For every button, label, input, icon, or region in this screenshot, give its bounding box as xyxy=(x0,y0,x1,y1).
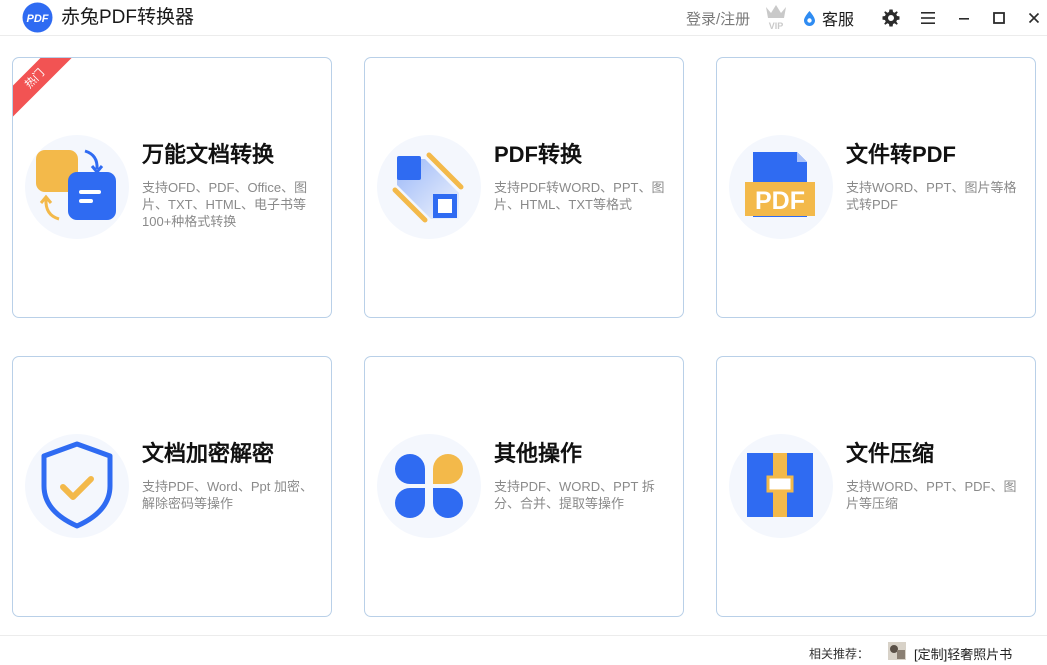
settings-button[interactable] xyxy=(878,5,904,31)
photo-book-thumbnail-icon[interactable] xyxy=(888,642,906,660)
card-title: 万能文档转换 xyxy=(142,142,275,167)
minimize-icon xyxy=(959,18,969,20)
universal-convert-icon xyxy=(36,149,116,221)
card-description: 支持WORD、PPT、图片等格式转PDF xyxy=(846,180,1017,212)
service-drop-icon xyxy=(804,10,815,26)
svg-text:VIP: VIP xyxy=(769,21,784,31)
shield-check-icon xyxy=(41,441,113,529)
recommend-link[interactable]: [定制]轻奢照片书 xyxy=(914,644,1012,663)
minimize-button[interactable] xyxy=(951,5,977,31)
card-description: 支持PDF转WORD、PPT、图片、HTML、TXT等格式 xyxy=(494,180,665,212)
pdf-convert-icon xyxy=(392,152,464,223)
footer-bar: 相关推荐： [定制]轻奢照片书 xyxy=(0,635,1047,665)
card-title: 文档加密解密 xyxy=(142,441,275,466)
file-to-pdf-icon: PDF xyxy=(745,152,815,217)
maximize-button[interactable] xyxy=(986,5,1012,31)
card-title: 文件压缩 xyxy=(846,441,935,466)
app-logo-icon: PDF xyxy=(22,2,53,33)
app-title: 赤兔PDF转换器 xyxy=(61,7,195,28)
card-title: PDF转换 xyxy=(494,142,583,167)
card-description: 支持OFD、PDF、Office、图片、TXT、HTML、电子书等100+种格式… xyxy=(142,180,308,229)
svg-text:PDF: PDF xyxy=(755,187,805,215)
card-title: 其他操作 xyxy=(494,441,583,466)
card-pdf-convert[interactable]: PDF转换 支持PDF转WORD、PPT、图片、HTML、TXT等格式 xyxy=(364,57,684,318)
close-icon xyxy=(1028,12,1040,24)
petals-icon xyxy=(395,454,463,518)
card-universal-convert[interactable]: 热门 万能文档转换 支持OFD、PDF、Office、图片、TXT、HTML、电… xyxy=(12,57,332,318)
vip-crown-icon[interactable]: VIP xyxy=(763,3,789,31)
card-other-operations[interactable]: 其他操作 支持PDF、WORD、PPT 拆分、合并、提取等操作 xyxy=(364,356,684,617)
maximize-icon xyxy=(993,12,1005,24)
customer-service-button[interactable]: 客服 xyxy=(801,5,854,31)
customer-service-label: 客服 xyxy=(822,12,855,29)
card-file-to-pdf[interactable]: PDF 文件转PDF 支持WORD、PPT、图片等格式转PDF xyxy=(716,57,1036,318)
close-button[interactable] xyxy=(1021,5,1047,31)
card-file-compress[interactable]: 文件压缩 支持WORD、PPT、PDF、图片等压缩 xyxy=(716,356,1036,617)
menu-button[interactable] xyxy=(915,5,941,31)
card-description: 支持PDF、Word、Ppt 加密、解除密码等操作 xyxy=(142,479,313,511)
card-description: 支持WORD、PPT、PDF、图片等压缩 xyxy=(846,479,1017,511)
recommend-label: 相关推荐： xyxy=(809,647,870,661)
card-title: 文件转PDF xyxy=(846,142,957,167)
card-description: 支持PDF、WORD、PPT 拆分、合并、提取等操作 xyxy=(494,479,655,511)
hot-badge: 热门 xyxy=(13,58,77,121)
title-bar: PDF 赤兔PDF转换器 登录/注册 VIP 客服 xyxy=(0,0,1047,36)
svg-text:PDF: PDF xyxy=(27,13,49,25)
login-register-link[interactable]: 登录/注册 xyxy=(686,8,750,29)
card-encrypt-decrypt[interactable]: 文档加密解密 支持PDF、Word、Ppt 加密、解除密码等操作 xyxy=(12,356,332,617)
hamburger-menu-icon xyxy=(921,12,935,24)
zip-compress-icon xyxy=(747,453,813,517)
gear-icon xyxy=(882,9,900,27)
